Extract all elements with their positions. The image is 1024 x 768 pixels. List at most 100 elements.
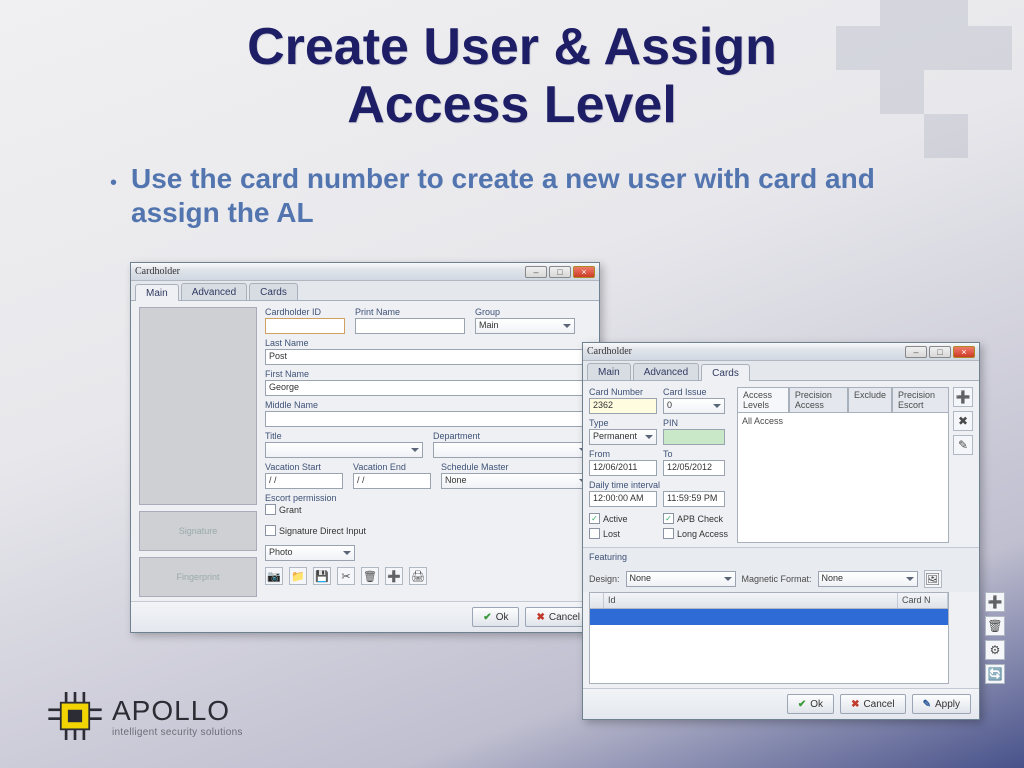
tab-cards[interactable]: Cards (701, 364, 750, 381)
photo-toolbar: 📷 📁 💾 ✂ 🗑 ➕ 🖨 (265, 567, 591, 585)
button-bar: ✔Ok ✖Cancel (131, 601, 599, 632)
remove-al-icon[interactable]: ✖ (953, 411, 973, 431)
close-button[interactable]: × (953, 346, 975, 358)
last-name-input[interactable]: Post (265, 349, 591, 365)
label-pin: PIN (663, 418, 725, 428)
label-type: Type (589, 418, 657, 428)
cardholder-dialog-main: Cardholder – □ × Main Advanced Cards Sig… (130, 262, 600, 633)
maximize-button[interactable]: □ (549, 266, 571, 278)
long-checkbox[interactable]: Long Access (663, 528, 728, 539)
pin-input[interactable] (663, 429, 725, 445)
floppy-icon[interactable]: 💾 (313, 567, 331, 585)
logo-brand: APOLLO (112, 695, 243, 727)
titlebar[interactable]: Cardholder – □ × (583, 343, 979, 361)
access-level-list[interactable]: All Access (737, 412, 949, 543)
print-icon[interactable]: 🖨 (409, 567, 427, 585)
bullet-text: Use the card number to create a new user… (131, 162, 930, 229)
card-issue-select[interactable]: 0 (663, 398, 725, 414)
window-title: Cardholder (135, 266, 180, 277)
tab-bar: Main Advanced Cards (131, 281, 599, 301)
edit-al-icon[interactable]: ✎ (953, 435, 973, 455)
slide-title: Create User & Assign Access Level (0, 0, 1024, 134)
sched-master-select[interactable]: None (441, 473, 591, 489)
label-print-name: Print Name (355, 307, 465, 317)
daily-from-input[interactable]: 12:00:00 AM (589, 491, 657, 507)
grid-cfg-icon[interactable]: ⚙ (985, 640, 1005, 660)
label-card-issue: Card Issue (663, 387, 725, 397)
label-magfmt: Magnetic Format: (742, 574, 812, 584)
scissors-icon[interactable]: ✂ (337, 567, 355, 585)
group-select[interactable]: Main (475, 318, 575, 334)
trash-icon[interactable]: 🗑 (361, 567, 379, 585)
first-name-input[interactable]: George (265, 380, 591, 396)
card-grid[interactable]: Id Card N (589, 592, 949, 684)
apply-button[interactable]: ✎Apply (912, 694, 971, 714)
ok-button[interactable]: ✔Ok (787, 694, 834, 714)
al-item[interactable]: All Access (742, 416, 944, 426)
label-cardholder-id: Cardholder ID (265, 307, 345, 317)
lost-checkbox[interactable]: Lost (589, 528, 657, 539)
brand-logo: APOLLO intelligent security solutions (48, 692, 243, 740)
grid-col-card[interactable]: Card N (898, 593, 948, 608)
active-checkbox[interactable]: ✓Active (589, 513, 657, 524)
label-vac-end: Vacation End (353, 462, 431, 472)
middle-name-input[interactable] (265, 411, 591, 427)
daily-to-input[interactable]: 11:59:59 PM (663, 491, 725, 507)
cardholder-id-input[interactable] (265, 318, 345, 334)
vac-start-input[interactable]: / / (265, 473, 343, 489)
photo-slot[interactable] (139, 307, 257, 505)
bullet-list: • Use the card number to create a new us… (110, 162, 930, 229)
grid-ref-icon[interactable]: 🔄 (985, 664, 1005, 684)
window-title: Cardholder (587, 346, 632, 357)
label-card-number: Card Number (589, 387, 657, 397)
signature-slot[interactable]: Signature (139, 511, 257, 551)
grid-row-selected[interactable] (590, 609, 948, 625)
tab-advanced[interactable]: Advanced (181, 283, 247, 300)
logo-chip-icon (48, 692, 102, 740)
grid-add-icon[interactable]: ➕ (985, 592, 1005, 612)
label-first-name: First Name (265, 369, 591, 379)
vac-end-input[interactable]: / / (353, 473, 431, 489)
al-tab-precision[interactable]: Precision Access (789, 387, 848, 412)
department-select[interactable] (433, 442, 591, 458)
tab-main[interactable]: Main (587, 363, 631, 380)
featuring-bar: Featuring (583, 547, 979, 566)
add-al-icon[interactable]: ➕ (953, 387, 973, 407)
tab-cards[interactable]: Cards (249, 283, 298, 300)
al-tab-exclude[interactable]: Exclude (848, 387, 892, 412)
al-tab-levels[interactable]: Access Levels (737, 387, 789, 412)
type-select[interactable]: Permanent (589, 429, 657, 445)
fingerprint-slot[interactable]: Fingerprint (139, 557, 257, 597)
folder-icon[interactable]: 📁 (289, 567, 307, 585)
sig-direct-checkbox[interactable]: Signature Direct Input (265, 525, 366, 536)
grid-del-icon[interactable]: 🗑 (985, 616, 1005, 636)
al-tab-precision-escort[interactable]: Precision Escort (892, 387, 949, 412)
photo-type-select[interactable]: Photo (265, 545, 355, 561)
from-input[interactable]: 12/06/2011 (589, 460, 657, 476)
to-input[interactable]: 12/05/2012 (663, 460, 725, 476)
title-select[interactable] (265, 442, 423, 458)
tab-main[interactable]: Main (135, 284, 179, 301)
card-number-input[interactable]: 2362 (589, 398, 657, 414)
card-preview-icon[interactable]: 🖼 (924, 570, 942, 588)
magfmt-select[interactable]: None (818, 571, 918, 587)
apb-checkbox[interactable]: ✓APB Check (663, 513, 723, 524)
access-level-tabs: Access Levels Precision Access Exclude P… (737, 387, 949, 412)
maximize-button[interactable]: □ (929, 346, 951, 358)
ok-button[interactable]: ✔Ok (472, 607, 519, 627)
design-select[interactable]: None (626, 571, 736, 587)
minimize-button[interactable]: – (525, 266, 547, 278)
close-button[interactable]: × (573, 266, 595, 278)
logo-tagline: intelligent security solutions (112, 727, 243, 738)
grid-col-id[interactable]: Id (604, 593, 898, 608)
camera-icon[interactable]: 📷 (265, 567, 283, 585)
tab-bar: Main Advanced Cards (583, 361, 979, 381)
cancel-button[interactable]: ✖Cancel (840, 694, 906, 714)
print-name-input[interactable] (355, 318, 465, 334)
minimize-button[interactable]: – (905, 346, 927, 358)
titlebar[interactable]: Cardholder – □ × (131, 263, 599, 281)
add-icon[interactable]: ➕ (385, 567, 403, 585)
tab-advanced[interactable]: Advanced (633, 363, 699, 380)
label-daily: Daily time interval (589, 480, 733, 490)
grant-checkbox[interactable]: Grant (265, 504, 591, 515)
